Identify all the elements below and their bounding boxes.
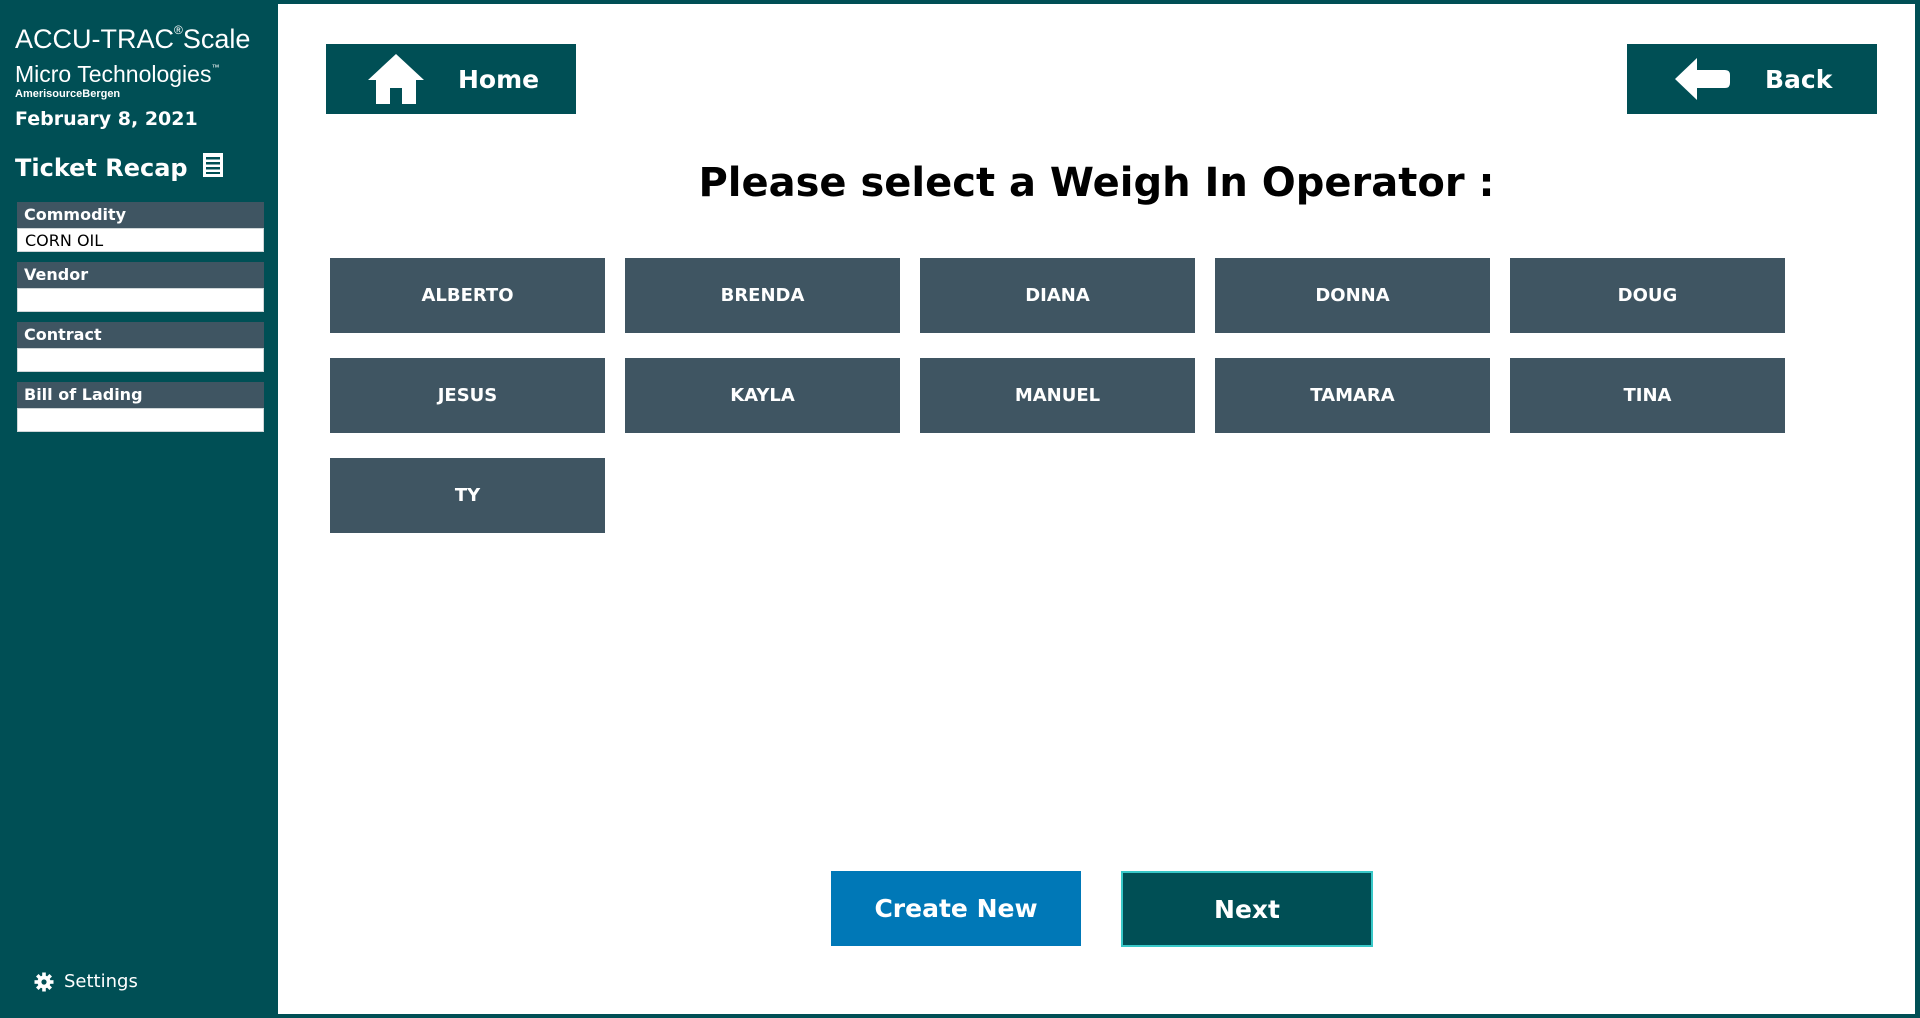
- create-new-button[interactable]: Create New: [831, 871, 1081, 946]
- receipt-icon: [202, 152, 224, 184]
- operator-button-alberto[interactable]: ALBERTO: [330, 258, 605, 333]
- registered-mark: ®: [174, 23, 183, 37]
- back-label: Back: [1765, 64, 1833, 94]
- main-panel: Home Back Please select a Weigh In Opera…: [278, 4, 1915, 1014]
- home-label: Home: [458, 64, 540, 94]
- page-title: Please select a Weigh In Operator :: [698, 160, 1495, 206]
- home-button[interactable]: Home: [326, 44, 576, 114]
- current-date: February 8, 2021: [15, 108, 198, 130]
- operator-button-ty[interactable]: TY: [330, 458, 605, 533]
- operator-button-jesus[interactable]: JESUS: [330, 358, 605, 433]
- brand-logo: ACCU-TRAC®Scale Micro Technologies™ Amer…: [15, 14, 250, 101]
- recap-field-vendor: Vendor: [17, 262, 264, 312]
- ticket-recap-title: Ticket Recap: [15, 152, 224, 184]
- recap-field-contract: Contract: [17, 322, 264, 372]
- operator-button-tina[interactable]: TINA: [1510, 358, 1785, 433]
- trademark-mark: ™: [211, 63, 220, 72]
- operator-button-kayla[interactable]: KAYLA: [625, 358, 900, 433]
- settings-label: Settings: [64, 971, 138, 992]
- operator-button-manuel[interactable]: MANUEL: [920, 358, 1195, 433]
- operator-button-tamara[interactable]: TAMARA: [1215, 358, 1490, 433]
- brand-product: Scale: [182, 24, 251, 54]
- gear-icon: [34, 972, 54, 991]
- recap-field-bill-of-lading: Bill of Lading: [17, 382, 264, 432]
- brand-name: ACCU-TRAC: [15, 24, 174, 54]
- brand-company: Micro Technologies: [15, 61, 212, 87]
- operator-button-donna[interactable]: DONNA: [1215, 258, 1490, 333]
- field-label: Commodity: [17, 202, 264, 228]
- operator-button-brenda[interactable]: BRENDA: [625, 258, 900, 333]
- home-icon: [368, 54, 424, 104]
- field-label: Bill of Lading: [17, 382, 264, 408]
- field-value: [17, 408, 264, 432]
- field-label: Vendor: [17, 262, 264, 288]
- field-value: [17, 288, 264, 312]
- arrow-left-icon: [1675, 58, 1730, 100]
- ticket-recap-label: Ticket Recap: [15, 154, 188, 182]
- operator-button-doug[interactable]: DOUG: [1510, 258, 1785, 333]
- brand-parent: AmerisourceBergen: [15, 88, 121, 100]
- operator-button-diana[interactable]: DIANA: [920, 258, 1195, 333]
- sidebar: ACCU-TRAC®Scale Micro Technologies™ Amer…: [0, 0, 278, 1018]
- field-label: Contract: [17, 322, 264, 348]
- recap-field-commodity: Commodity CORN OIL: [17, 202, 264, 252]
- back-button[interactable]: Back: [1627, 44, 1877, 114]
- field-value: CORN OIL: [17, 228, 264, 252]
- settings-link[interactable]: Settings: [34, 971, 138, 992]
- next-button[interactable]: Next: [1121, 871, 1373, 947]
- field-value: [17, 348, 264, 372]
